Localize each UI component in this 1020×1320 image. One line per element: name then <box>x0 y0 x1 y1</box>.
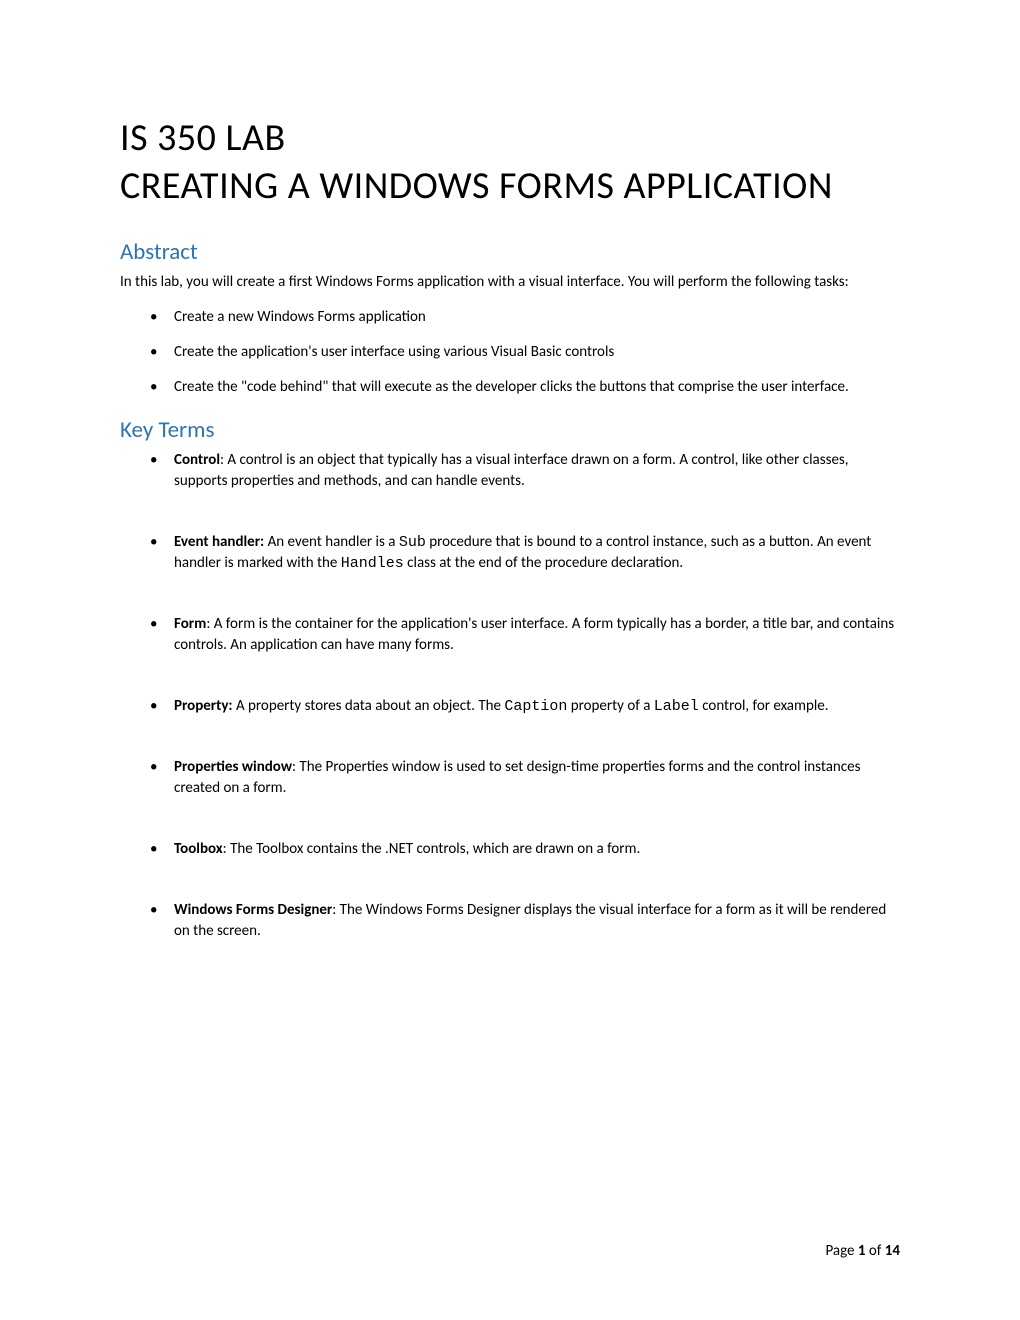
list-item: Event handler: An event handler is a Sub… <box>120 532 900 574</box>
list-item: Property: A property stores data about a… <box>120 696 900 717</box>
term-name: Toolbox <box>174 840 223 858</box>
term-code: Caption <box>504 698 567 715</box>
term-name: Property: <box>174 697 233 715</box>
term-mid: property of a <box>567 697 653 715</box>
term-colon: : <box>332 901 339 919</box>
term-name: Event handler: <box>174 533 264 551</box>
term-code: Label <box>654 698 699 715</box>
list-item: Create the application's user interface … <box>120 342 900 363</box>
keyterms-heading: Key Terms <box>120 416 900 444</box>
keyterms-list: Control: A control is an object that typ… <box>120 450 900 942</box>
page-current: 1 <box>858 1242 866 1260</box>
term-code: Sub <box>399 534 426 551</box>
abstract-task-list: Create a new Windows Forms application C… <box>120 307 900 398</box>
term-pre: A property stores data about an object. … <box>236 697 504 715</box>
term-post: class at the end of the procedure declar… <box>404 554 683 572</box>
list-item: Toolbox: The Toolbox contains the .NET c… <box>120 839 900 860</box>
page-footer: Page 1 of 14 <box>825 1242 900 1260</box>
page-of: of <box>866 1242 885 1260</box>
term-post: control, for example. <box>699 697 829 715</box>
term-name: Properties window <box>174 758 292 776</box>
term-code: Handles <box>341 555 404 572</box>
page-total: 14 <box>885 1242 900 1260</box>
term-colon: : <box>223 840 230 858</box>
term-name: Control <box>174 451 220 469</box>
term-colon: : <box>206 615 213 633</box>
document-title: IS 350 LAB CREATING A WINDOWS FORMS APPL… <box>120 115 900 210</box>
abstract-intro: In this lab, you will create a first Win… <box>120 272 900 293</box>
list-item: Create a new Windows Forms application <box>120 307 900 328</box>
page-label: Page <box>825 1242 857 1260</box>
list-item: Form: A form is the container for the ap… <box>120 614 900 656</box>
term-name: Windows Forms Designer <box>174 901 332 919</box>
term-desc: The Toolbox contains the .NET controls, … <box>230 840 640 858</box>
list-item: Properties window: The Properties window… <box>120 757 900 799</box>
list-item: Windows Forms Designer: The Windows Form… <box>120 900 900 942</box>
list-item: Control: A control is an object that typ… <box>120 450 900 492</box>
list-item: Create the "code behind" that will execu… <box>120 377 900 398</box>
term-pre: An event handler is a <box>268 533 399 551</box>
term-desc: A form is the container for the applicat… <box>174 615 894 654</box>
title-line-1: IS 350 LAB <box>120 115 900 163</box>
title-line-2: CREATING A WINDOWS FORMS APPLICATION <box>120 163 900 211</box>
term-desc: A control is an object that typically ha… <box>174 451 849 490</box>
term-name: Form <box>174 615 206 633</box>
abstract-heading: Abstract <box>120 238 900 266</box>
